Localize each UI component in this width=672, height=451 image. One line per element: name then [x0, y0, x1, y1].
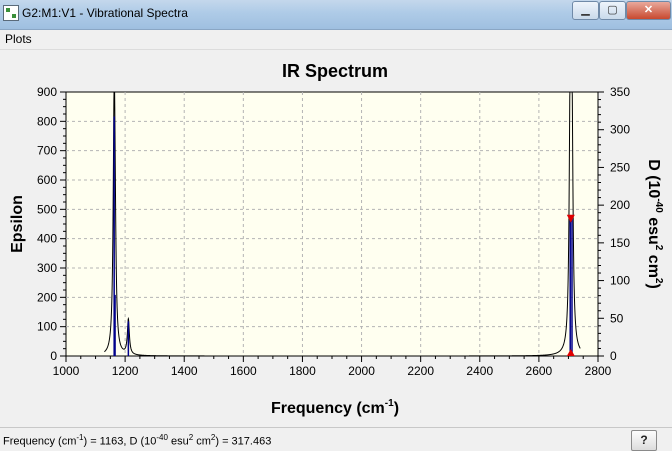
x-tick-label: 2400 [466, 364, 493, 378]
x-tick-label: 1200 [112, 364, 139, 378]
y2-tick-label: 250 [610, 160, 630, 174]
y-tick-label: 600 [37, 173, 57, 187]
close-button[interactable]: ✕ [626, 1, 671, 20]
y2-tick-label: 150 [610, 236, 630, 250]
maximize-button[interactable]: ▢ [599, 1, 626, 20]
y-tick-label: 200 [37, 290, 57, 304]
x-tick-label: 2000 [348, 364, 375, 378]
y-tick-label: 300 [37, 261, 57, 275]
status-readout: Frequency (cm-1) = 1163, D (10-40 esu2 c… [3, 433, 272, 448]
y-axis-label: Epsilon [9, 195, 26, 253]
x-tick-label: 1600 [230, 364, 257, 378]
y-tick-label: 500 [37, 202, 57, 216]
x-tick-label: 2600 [526, 364, 553, 378]
y-tick-label: 700 [37, 144, 57, 158]
y-tick-label: 0 [50, 349, 57, 363]
y2-axis-label: D (10-40 esu2 cm2) [645, 159, 664, 289]
y2-tick-label: 0 [610, 349, 617, 363]
window-title: G2:M1:V1 - Vibrational Spectra [22, 6, 188, 20]
app-icon [3, 5, 19, 21]
ir-spectrum-chart[interactable]: IR Spectrum 1000 1200 1400 1600 1800 2000 2200… [0, 50, 672, 427]
x-tick-label: 1800 [289, 364, 316, 378]
chart-title: IR Spectrum [282, 61, 388, 81]
minimize-button[interactable]: ▁ [572, 1, 599, 20]
plot-frame [65, 91, 599, 357]
y-tick-label: 900 [37, 85, 57, 99]
y2-tick-label: 200 [610, 198, 630, 212]
x-tick-label: 1000 [53, 364, 80, 378]
x-axis-label: Frequency (cm-1) [271, 398, 399, 417]
menu-plots[interactable]: Plots [5, 32, 32, 46]
x-tick-label: 2800 [585, 364, 612, 378]
y-tick-label: 800 [37, 114, 57, 128]
x-tick-label: 1400 [171, 364, 198, 378]
y2-tick-label: 50 [610, 311, 624, 325]
y2-tick-label: 300 [610, 123, 630, 137]
y2-tick-label: 350 [610, 85, 630, 99]
y-tick-label: 100 [37, 320, 57, 334]
y-tick-label: 400 [37, 232, 57, 246]
status-bar: Frequency (cm-1) = 1163, D (10-40 esu2 c… [0, 427, 672, 451]
y2-tick-label: 100 [610, 274, 630, 288]
window-titlebar: G2:M1:V1 - Vibrational Spectra ▁ ▢ ✕ [0, 0, 672, 30]
plot-area[interactable]: IR Spectrum 1000 1200 1400 1600 1800 2000 2200… [0, 50, 672, 427]
x-tick-label: 2200 [407, 364, 434, 378]
menu-bar: Plots [0, 30, 672, 50]
help-button[interactable]: ? [631, 430, 657, 451]
